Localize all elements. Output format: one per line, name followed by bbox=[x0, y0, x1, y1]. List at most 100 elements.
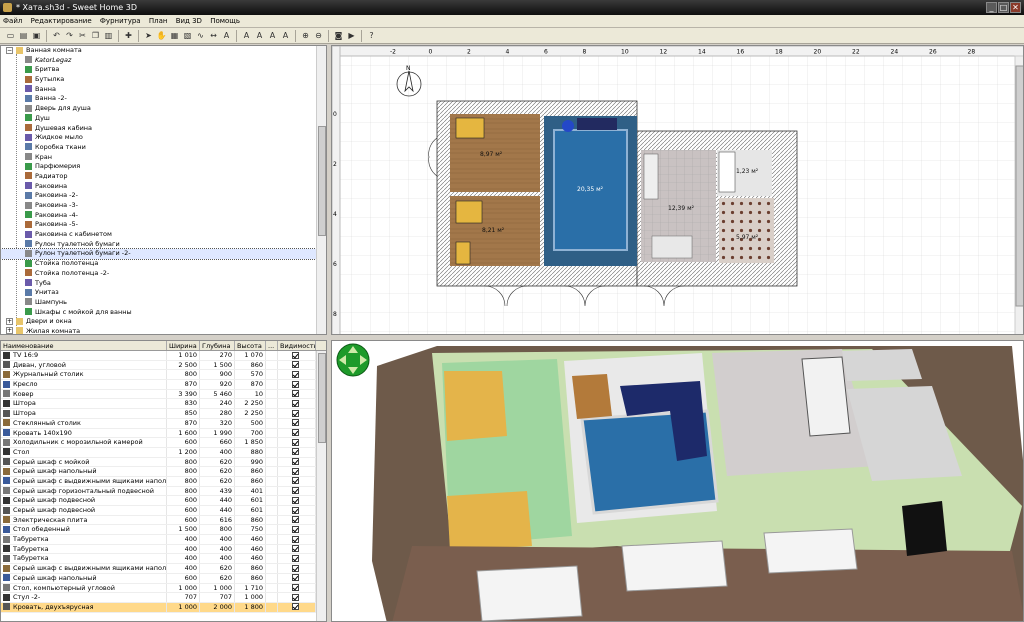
col-name-header[interactable]: Наименование bbox=[1, 341, 167, 350]
catalog-item[interactable]: Бритва bbox=[1, 65, 326, 75]
bed-3d[interactable] bbox=[447, 491, 532, 551]
text-style-icons[interactable]: A bbox=[280, 30, 291, 41]
add-text-icon[interactable]: A bbox=[221, 30, 232, 41]
text-style-icons[interactable]: A bbox=[267, 30, 278, 41]
catalog-item[interactable]: Унитаз bbox=[1, 288, 326, 298]
catalog-item[interactable]: Ванна bbox=[1, 85, 326, 95]
close-button[interactable]: ✕ bbox=[1010, 2, 1021, 13]
table-row[interactable]: Ковер 3 390 5 460 10 bbox=[1, 389, 326, 400]
desk-3d[interactable] bbox=[572, 374, 612, 419]
table-row[interactable]: Электрическая плита 600 616 860 bbox=[1, 515, 326, 526]
visibility-checkbox[interactable] bbox=[292, 535, 299, 543]
cut-icon[interactable]: ✂ bbox=[77, 30, 88, 41]
catalog-item[interactable]: Шампунь bbox=[1, 298, 326, 308]
table-row[interactable]: Серый шкаф напольный 800 620 860 bbox=[1, 467, 326, 477]
bunk-bed[interactable] bbox=[455, 241, 471, 265]
catalog-item[interactable]: Дверь для душа bbox=[1, 104, 326, 114]
table-row[interactable]: Штора 850 280 2 250 bbox=[1, 409, 326, 419]
visibility-checkbox[interactable] bbox=[292, 496, 299, 504]
3d-canvas[interactable] bbox=[332, 341, 1024, 622]
catalog-item[interactable]: Душ bbox=[1, 114, 326, 124]
visibility-checkbox[interactable] bbox=[292, 467, 299, 475]
catalog-item[interactable]: Кран bbox=[1, 153, 326, 163]
catalog-item[interactable]: Парфюмерия bbox=[1, 162, 326, 172]
visibility-checkbox[interactable] bbox=[292, 477, 299, 485]
visibility-checkbox[interactable] bbox=[292, 487, 299, 495]
catalog-item[interactable]: Стойка полотенца bbox=[1, 259, 326, 269]
paste-icon[interactable]: ▥ bbox=[103, 30, 114, 41]
catalog-item[interactable]: Туба bbox=[1, 279, 326, 289]
catalog-category[interactable]: + Жилая комната bbox=[1, 327, 326, 334]
catalog-item[interactable]: Раковина bbox=[1, 182, 326, 192]
visibility-checkbox[interactable] bbox=[292, 603, 299, 611]
help-icon[interactable]: ? bbox=[366, 30, 377, 41]
furniture-table[interactable]: Наименование Ширина Глубина Высота ... В… bbox=[0, 340, 327, 622]
visibility-checkbox[interactable] bbox=[292, 409, 299, 417]
menu-furniture[interactable]: Фурнитура bbox=[97, 15, 144, 28]
table-row[interactable]: Серый шкаф напольный 600 620 860 bbox=[1, 573, 326, 584]
bunk-bed-3d[interactable] bbox=[444, 371, 507, 441]
create-walls-icon[interactable]: ▦ bbox=[169, 30, 180, 41]
table-row[interactable]: Табуретка 400 400 460 bbox=[1, 544, 326, 555]
pan-icon[interactable]: ✋ bbox=[156, 30, 167, 41]
visibility-checkbox[interactable] bbox=[292, 506, 299, 514]
zoom-in-icon[interactable]: ⊕ bbox=[300, 30, 311, 41]
catalog-item[interactable]: Раковина -4- bbox=[1, 211, 326, 221]
window-3d-3[interactable] bbox=[763, 528, 858, 574]
catalog-item[interactable]: Рулон туалетной бумаги -2- bbox=[1, 248, 326, 261]
catalog-item[interactable]: Раковина с кабинетом bbox=[1, 230, 326, 240]
catalog-category[interactable]: + Двери и окна bbox=[1, 317, 326, 327]
visibility-checkbox[interactable] bbox=[292, 351, 299, 359]
catalog-category[interactable]: − Ванная комната bbox=[1, 46, 326, 56]
catalog-item[interactable]: Душевая кабина bbox=[1, 124, 326, 134]
table-row[interactable]: Стеклянный столик 870 320 500 bbox=[1, 418, 326, 429]
catalog-item[interactable]: Раковина -3- bbox=[1, 201, 326, 211]
armchair[interactable] bbox=[562, 120, 574, 132]
table-row[interactable]: Серый шкаф подвесной 600 440 601 bbox=[1, 496, 326, 506]
col-height-header[interactable]: Высота bbox=[235, 341, 266, 350]
window-3d-2[interactable] bbox=[621, 540, 728, 592]
3d-view[interactable] bbox=[331, 340, 1024, 622]
visibility-checkbox[interactable] bbox=[292, 516, 299, 524]
visibility-checkbox[interactable] bbox=[292, 399, 299, 407]
visibility-checkbox[interactable] bbox=[292, 584, 299, 591]
menu-file[interactable]: Файл bbox=[0, 15, 25, 28]
table-row[interactable]: Табуретка 400 400 460 bbox=[1, 535, 326, 545]
catalog-item[interactable]: KatorLegaz bbox=[1, 56, 326, 66]
fridge-3d[interactable] bbox=[801, 356, 851, 437]
text-style-icons[interactable]: A bbox=[241, 30, 252, 41]
table-row[interactable]: Серый шкаф с выдвижными ящиками наполь..… bbox=[1, 476, 326, 487]
bathtub[interactable] bbox=[718, 151, 736, 193]
catalog-item[interactable]: Раковина -2- bbox=[1, 191, 326, 201]
expand-toggle-icon[interactable]: + bbox=[6, 317, 13, 325]
plan-vscroll-thumb[interactable] bbox=[1015, 65, 1024, 307]
table-row[interactable]: Диван, угловой 2 500 1 500 860 bbox=[1, 360, 326, 371]
visibility-checkbox[interactable] bbox=[292, 438, 299, 446]
catalog-item[interactable]: Бутылка bbox=[1, 75, 326, 85]
visibility-checkbox[interactable] bbox=[292, 554, 299, 562]
undo-icon[interactable]: ↶ bbox=[51, 30, 62, 41]
sofa[interactable] bbox=[577, 118, 617, 130]
col-more-header[interactable]: ... bbox=[266, 341, 278, 350]
table-scrollbar[interactable] bbox=[316, 351, 326, 621]
table-row[interactable]: Кровать, двухъярусная 1 000 2 000 1 800 bbox=[1, 602, 326, 613]
copy-icon[interactable]: ❐ bbox=[90, 30, 101, 41]
visibility-checkbox[interactable] bbox=[292, 458, 299, 466]
create-video-icon[interactable]: ▶ bbox=[346, 30, 357, 41]
col-visibility-header[interactable]: Видимость bbox=[278, 341, 316, 350]
table-row[interactable]: Стол 1 200 400 880 bbox=[1, 447, 326, 458]
select-icon[interactable]: ➤ bbox=[143, 30, 154, 41]
redo-icon[interactable]: ↷ bbox=[64, 30, 75, 41]
catalog-item[interactable]: Стойка полотенца -2- bbox=[1, 269, 326, 279]
create-polylines-icon[interactable]: ∿ bbox=[195, 30, 206, 41]
table-row[interactable]: Табуретка 400 400 460 bbox=[1, 554, 326, 565]
table-row[interactable]: Холодильник с морозильной камерой 600 660 1… bbox=[1, 438, 326, 448]
text-style-icons[interactable]: A bbox=[254, 30, 265, 41]
catalog-item[interactable]: Коробка ткани bbox=[1, 143, 326, 153]
catalog-item[interactable]: Радиатор bbox=[1, 172, 326, 182]
visibility-checkbox[interactable] bbox=[292, 361, 299, 369]
col-width-header[interactable]: Ширина bbox=[167, 341, 200, 350]
col-depth-header[interactable]: Глубина bbox=[200, 341, 235, 350]
menu-edit[interactable]: Редактирование bbox=[28, 15, 95, 28]
table-row[interactable]: Штора 830 240 2 250 bbox=[1, 399, 326, 410]
